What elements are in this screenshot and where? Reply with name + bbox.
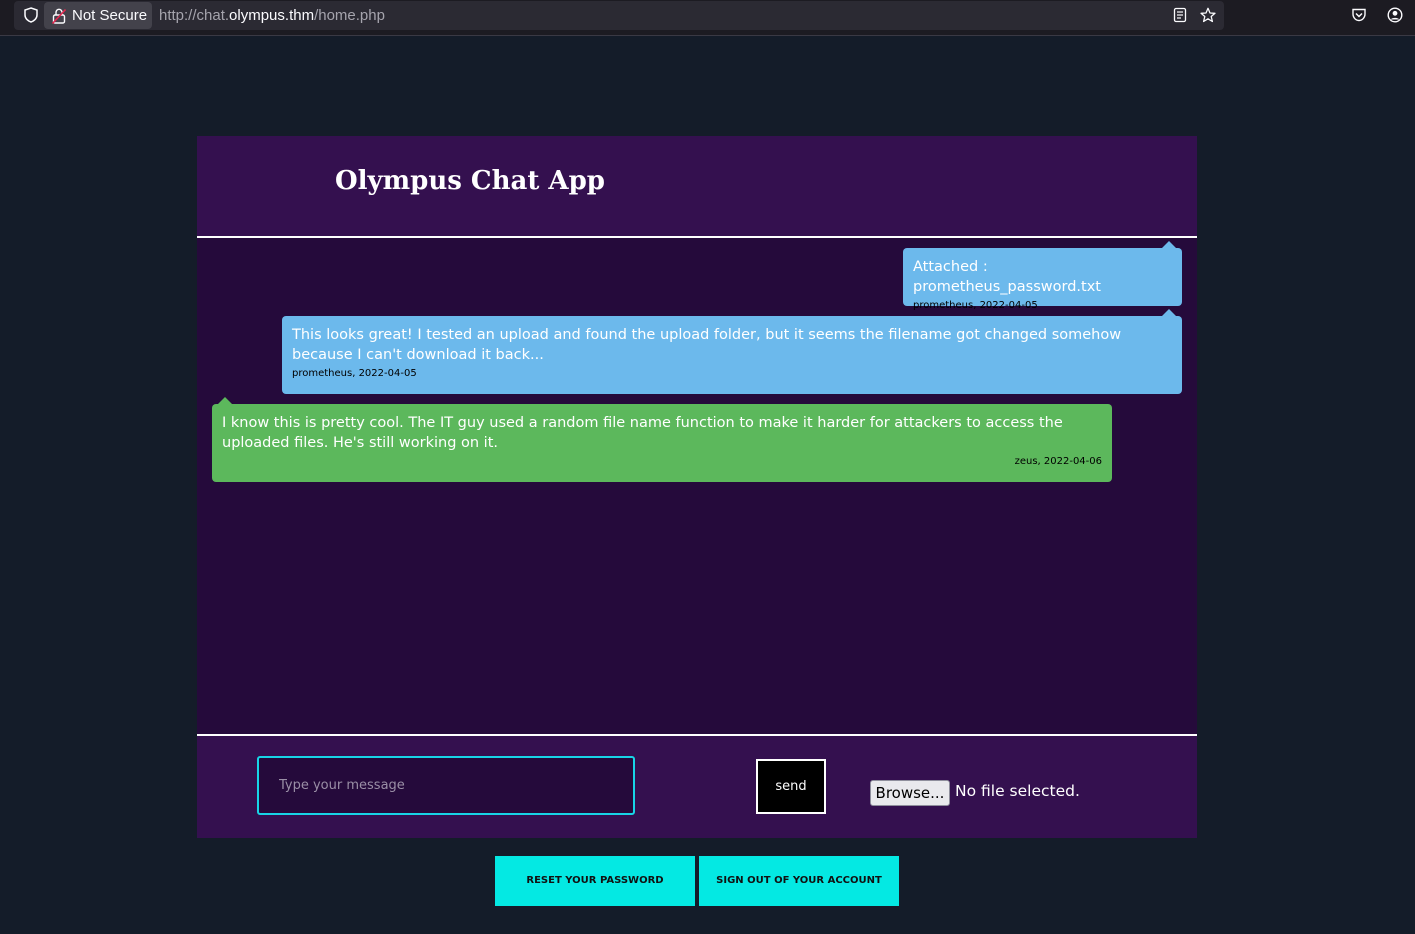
bookmark-star-icon[interactable] [1200,7,1216,23]
message-pointer [1162,309,1176,316]
chat-message: This looks great! I tested an upload and… [282,309,1182,394]
message-text: I know this is pretty cool. The IT guy u… [222,415,1063,451]
url-prefix: http://chat. [159,7,230,24]
shield-icon[interactable] [23,7,39,23]
page-title: Olympus Chat App [335,166,605,196]
message-composer: send Browse... No file selected. [197,734,1197,838]
pocket-icon[interactable] [1351,7,1367,23]
send-button[interactable]: send [756,759,826,814]
message-meta: prometheus, 2022-04-05 [292,368,417,379]
browse-file-button[interactable]: Browse... [870,780,950,806]
file-status-label: No file selected. [955,782,1080,800]
browser-toolbar: Not Secure http://chat.olympus.thm/home.… [0,0,1415,36]
reset-password-button[interactable]: RESET YOUR PASSWORD [495,856,695,906]
insecure-lock-icon [52,8,66,24]
account-icon[interactable] [1387,7,1403,23]
not-secure-label: Not Secure [72,7,148,24]
site-security-button[interactable]: Not Secure [44,2,152,29]
url-text[interactable]: http://chat.olympus.thm/home.php [159,1,385,30]
reader-view-icon[interactable] [1172,7,1188,23]
chat-message: I know this is pretty cool. The IT guy u… [212,397,1112,482]
sign-out-button[interactable]: SIGN OUT OF YOUR ACCOUNT [699,856,899,906]
message-list: Attached : prometheus_password.txt prome… [197,238,1197,734]
message-meta: prometheus, 2022-04-05 [913,300,1038,311]
message-pointer [218,397,232,404]
chat-header: Olympus Chat App [197,136,1197,238]
message-text: This looks great! I tested an upload and… [292,327,1122,363]
url-domain: olympus.thm [229,7,315,24]
message-input[interactable] [257,756,635,815]
message-pointer [1162,241,1176,248]
chat-container: Olympus Chat App Attached : prometheus_p… [197,136,1197,838]
message-text: Attached : prometheus_password.txt [913,259,1101,295]
url-path: /home.php [314,7,385,24]
address-bar[interactable]: Not Secure http://chat.olympus.thm/home.… [14,1,1224,30]
message-meta: zeus, 2022-04-06 [1014,456,1102,467]
chat-message: Attached : prometheus_password.txt prome… [903,241,1182,311]
